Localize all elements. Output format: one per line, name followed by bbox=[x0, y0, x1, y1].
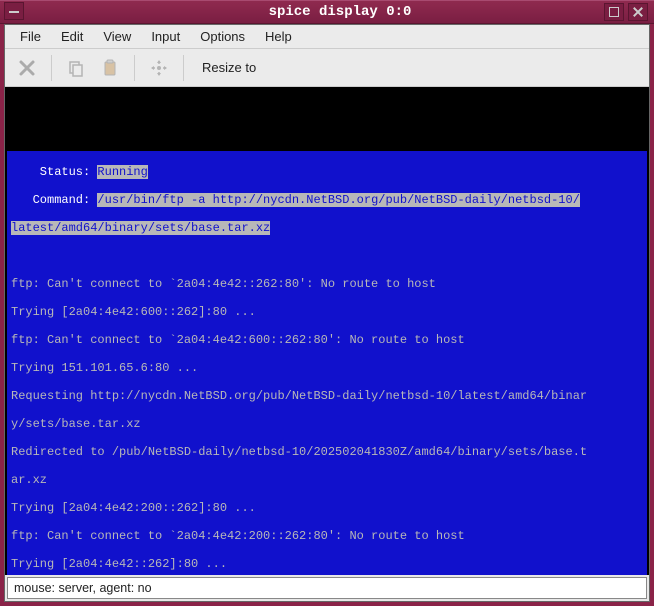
toolbar-separator bbox=[134, 55, 135, 81]
titlebar: spice display 0:0 bbox=[0, 0, 654, 24]
app-window: File Edit View Input Options Help Resize… bbox=[4, 24, 650, 602]
toolbar-separator bbox=[183, 55, 184, 81]
window-title: spice display 0:0 bbox=[26, 4, 654, 20]
term-line: Trying 151.101.65.6:80 ... bbox=[7, 361, 647, 375]
status-label: Status: bbox=[11, 165, 97, 179]
term-line: y/sets/base.tar.xz bbox=[7, 417, 647, 431]
command-value-l1: /usr/bin/ftp -a http://nycdn.NetBSD.org/… bbox=[97, 193, 579, 207]
toolbar: Resize to bbox=[5, 49, 649, 87]
resize-label: Resize to bbox=[202, 60, 256, 75]
term-line: Redirected to /pub/NetBSD-daily/netbsd-1… bbox=[7, 445, 647, 459]
window-menu-button[interactable] bbox=[4, 2, 24, 20]
term-line: Trying [2a04:4e42:200::262]:80 ... bbox=[7, 501, 647, 515]
terminal[interactable]: Status: Running Command: /usr/bin/ftp -a… bbox=[7, 151, 647, 575]
close-icon[interactable] bbox=[13, 54, 41, 82]
maximize-button[interactable] bbox=[604, 3, 624, 21]
menu-help[interactable]: Help bbox=[256, 26, 301, 47]
menubar: File Edit View Input Options Help bbox=[5, 25, 649, 49]
term-line: Trying [2a04:4e42::262]:80 ... bbox=[7, 557, 647, 571]
status-text: mouse: server, agent: no bbox=[14, 581, 152, 595]
paste-icon[interactable] bbox=[96, 54, 124, 82]
term-line: Trying [2a04:4e42:600::262]:80 ... bbox=[7, 305, 647, 319]
term-line: ftp: Can't connect to `2a04:4e42::262:80… bbox=[7, 277, 647, 291]
menu-view[interactable]: View bbox=[94, 26, 140, 47]
statusbar: mouse: server, agent: no bbox=[7, 577, 647, 599]
close-button[interactable] bbox=[628, 3, 648, 21]
menu-options[interactable]: Options bbox=[191, 26, 254, 47]
terminal-area[interactable]: Status: Running Command: /usr/bin/ftp -a… bbox=[5, 87, 649, 575]
term-line: ar.xz bbox=[7, 473, 647, 487]
term-line: ftp: Can't connect to `2a04:4e42:600::26… bbox=[7, 333, 647, 347]
fullscreen-icon[interactable] bbox=[145, 54, 173, 82]
menu-edit[interactable]: Edit bbox=[52, 26, 92, 47]
command-label: Command: bbox=[11, 193, 97, 207]
menu-file[interactable]: File bbox=[11, 26, 50, 47]
term-line bbox=[7, 249, 647, 263]
toolbar-separator bbox=[51, 55, 52, 81]
menu-input[interactable]: Input bbox=[142, 26, 189, 47]
term-line: ftp: Can't connect to `2a04:4e42:200::26… bbox=[7, 529, 647, 543]
copy-icon[interactable] bbox=[62, 54, 90, 82]
term-line: Requesting http://nycdn.NetBSD.org/pub/N… bbox=[7, 389, 647, 403]
command-value-l2: latest/amd64/binary/sets/base.tar.xz bbox=[11, 221, 270, 235]
status-value: Running bbox=[97, 165, 147, 179]
